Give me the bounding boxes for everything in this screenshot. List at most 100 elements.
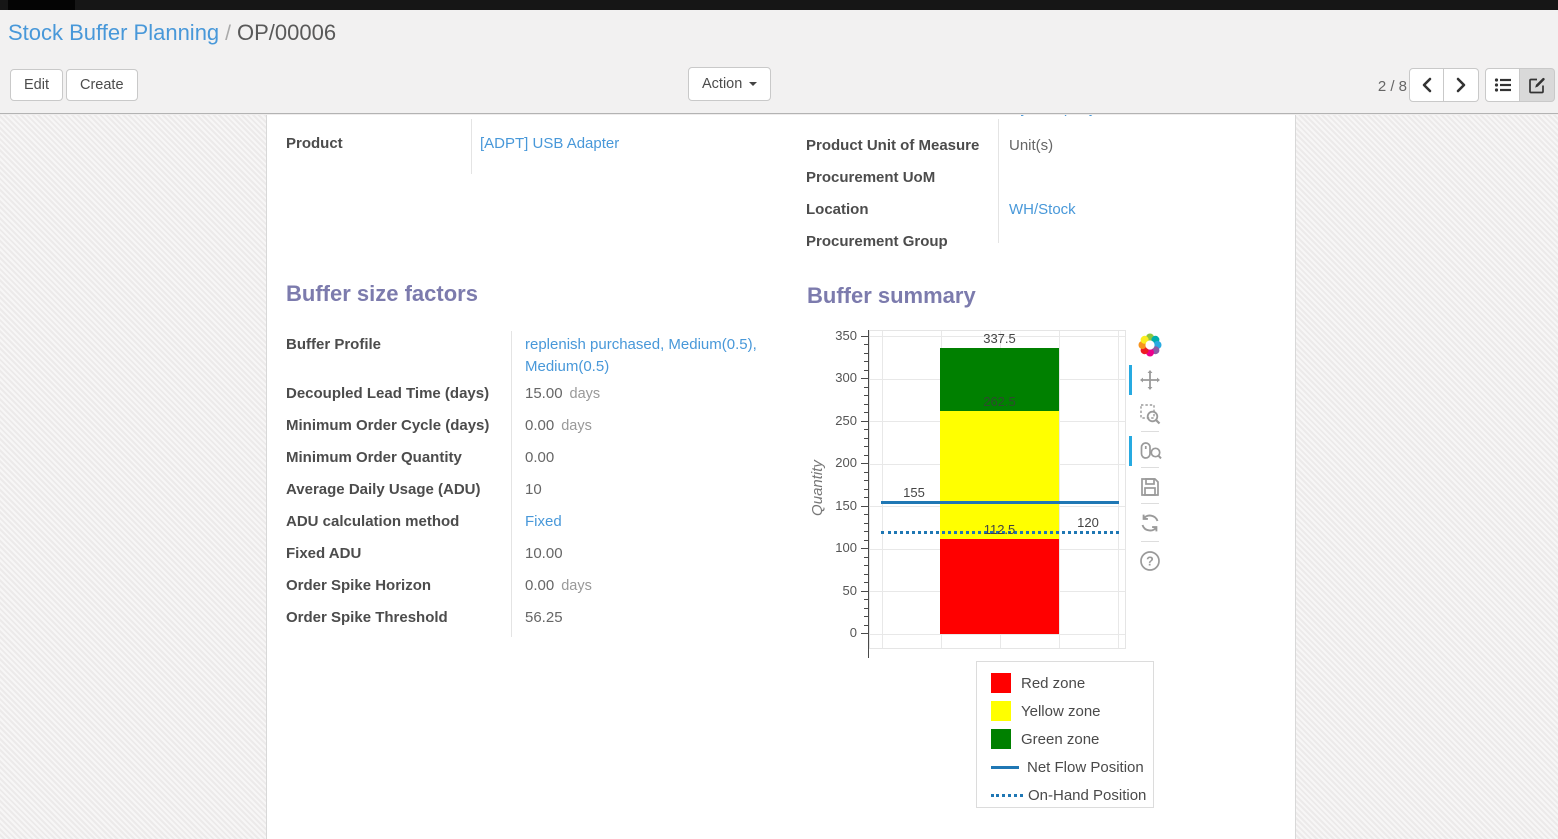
legend-label: Green zone bbox=[1021, 731, 1099, 748]
field-value-link[interactable]: Fixed bbox=[525, 513, 562, 530]
field-row-procurement-uom: Procurement UoM bbox=[806, 163, 1286, 195]
y-tick-label: 200 bbox=[813, 455, 857, 471]
wheel-zoom-tool-icon[interactable] bbox=[1136, 437, 1164, 465]
field-label: Fixed ADU bbox=[286, 543, 511, 565]
field-unit: days bbox=[561, 578, 592, 594]
field-row-decoupled-lead-time-days: Decoupled Lead Time (days)15.00days bbox=[286, 378, 772, 410]
breadcrumb: Stock Buffer Planning/OP/00006 bbox=[8, 20, 336, 46]
field-value-link[interactable]: replenish purchased, Medium(0.5), Medium… bbox=[525, 336, 757, 375]
field-row-adu-calculation-method: ADU calculation method Fixed bbox=[286, 506, 772, 538]
field-unit: days bbox=[570, 386, 601, 402]
field-row-product: Product[ADPT] USB Adapter bbox=[286, 129, 786, 161]
field-value: 0.00days bbox=[511, 415, 767, 437]
chevron-down-icon bbox=[749, 82, 757, 86]
field-value-link[interactable]: [ADPT] USB Adapter bbox=[480, 135, 619, 152]
y-minor-tick bbox=[864, 455, 869, 456]
y-tick-label: 0 bbox=[813, 625, 857, 641]
y-minor-tick bbox=[864, 404, 869, 405]
field-label: Order Spike Threshold bbox=[286, 607, 511, 629]
save-tool-icon[interactable] bbox=[1136, 473, 1164, 501]
field-label: Decoupled Lead Time (days) bbox=[286, 383, 511, 405]
field-value-text: 10 bbox=[525, 481, 542, 498]
field-value: WH/Stock bbox=[998, 199, 1278, 221]
box-zoom-tool-icon[interactable] bbox=[1136, 400, 1164, 428]
form-view-container: My Company Product[ADPT] USB Adapter Pro… bbox=[0, 115, 1558, 839]
legend-swatch-rect bbox=[991, 729, 1011, 749]
y-minor-tick bbox=[864, 370, 869, 371]
pager bbox=[1409, 68, 1479, 102]
field-value-text: 0.00 bbox=[525, 449, 554, 466]
field-label: Minimum Order Quantity bbox=[286, 447, 511, 469]
field-value-text: 10.00 bbox=[525, 545, 563, 562]
create-button[interactable]: Create bbox=[66, 69, 138, 101]
legend-label: Net Flow Position bbox=[1027, 759, 1144, 776]
form-sheet: My Company Product[ADPT] USB Adapter Pro… bbox=[266, 115, 1296, 839]
field-value-text: 0.00 bbox=[525, 417, 554, 434]
legend-item-on-hand-position: On-Hand Position bbox=[977, 781, 1153, 809]
field-label: Order Spike Horizon bbox=[286, 575, 511, 597]
toolbar-divider bbox=[1141, 467, 1159, 468]
pager-previous-button[interactable] bbox=[1409, 68, 1444, 102]
breadcrumb-separator: / bbox=[219, 22, 237, 45]
zone-label-112-5: 112.5 bbox=[970, 522, 1030, 538]
chart-legend: Red zoneYellow zone Green zone Net Flow Po… bbox=[976, 661, 1154, 808]
field-row-buffer-profile: Buffer Profile replenish purchased, Mediu… bbox=[286, 329, 772, 378]
breadcrumb-parent-link[interactable]: Stock Buffer Planning bbox=[8, 20, 219, 45]
y-tick-label: 50 bbox=[813, 583, 857, 599]
pan-tool-icon[interactable] bbox=[1136, 366, 1164, 394]
legend-swatch-line bbox=[991, 766, 1019, 769]
legend-item-net-flow-position: Net Flow Position bbox=[977, 753, 1153, 781]
field-value: 15.00days bbox=[511, 383, 767, 405]
y-tick-label: 150 bbox=[813, 498, 857, 514]
pager-next-button[interactable] bbox=[1444, 68, 1479, 102]
field-row-order-spike-threshold: Order Spike Threshold 56.25 bbox=[286, 602, 772, 634]
y-major-tick bbox=[861, 463, 869, 464]
edit-button[interactable]: Edit bbox=[10, 69, 63, 101]
reset-tool-icon[interactable] bbox=[1136, 509, 1164, 537]
y-tick-label: 350 bbox=[813, 328, 857, 344]
field-group-buffer-size-factors: Buffer Profile replenish purchased, Mediu… bbox=[286, 329, 772, 634]
legend-swatch-rect bbox=[991, 673, 1011, 693]
form-view-button[interactable] bbox=[1520, 68, 1555, 102]
legend-item-yellow-zone: Yellow zone bbox=[977, 697, 1153, 725]
field-value-text: Unit(s) bbox=[1009, 137, 1053, 154]
y-minor-tick bbox=[864, 353, 869, 354]
list-view-button[interactable] bbox=[1485, 68, 1520, 102]
field-row-order-spike-horizon: Order Spike Horizon 0.00 days bbox=[286, 570, 772, 602]
y-minor-tick bbox=[864, 480, 869, 481]
list-icon bbox=[1493, 75, 1513, 95]
action-label: Action bbox=[702, 76, 742, 92]
y-minor-tick bbox=[864, 412, 869, 413]
bokeh-logo-icon[interactable] bbox=[1136, 331, 1164, 359]
field-value-link[interactable]: WH/Stock bbox=[1009, 201, 1076, 218]
field-row-location: LocationWH/Stock bbox=[806, 195, 1286, 227]
action-dropdown-button[interactable]: Action bbox=[688, 67, 771, 101]
field-label: ADU calculation method bbox=[286, 511, 511, 533]
help-tool-icon[interactable]: ? bbox=[1136, 547, 1164, 575]
field-label: Average Daily Usage (ADU) bbox=[286, 479, 511, 501]
y-major-tick bbox=[861, 378, 869, 379]
field-row-average-daily-usage-adu: Average Daily Usage (ADU) 10 bbox=[286, 474, 772, 506]
field-value: 0.00 bbox=[511, 447, 767, 469]
y-minor-tick bbox=[864, 574, 869, 575]
legend-item-red-zone: Red zone bbox=[977, 669, 1153, 697]
y-tick-label: 250 bbox=[813, 413, 857, 429]
view-switcher bbox=[1485, 68, 1555, 102]
company-value-clipped: My Company bbox=[1008, 115, 1096, 119]
y-minor-tick bbox=[864, 582, 869, 583]
zone-label-337-5: 337.5 bbox=[970, 331, 1030, 347]
field-value-text: 56.25 bbox=[525, 609, 563, 626]
zone-red-zone bbox=[940, 539, 1059, 634]
section-title-buffer-size-factors: Buffer size factors bbox=[286, 281, 478, 307]
toolbar-divider bbox=[1141, 503, 1159, 504]
toolbar-divider bbox=[1141, 541, 1159, 542]
field-value: Unit(s) bbox=[998, 135, 1278, 157]
field-value: 10.00 bbox=[511, 543, 767, 565]
field-value-text: 0.00 bbox=[525, 577, 554, 594]
chevron-left-icon bbox=[1420, 77, 1434, 93]
y-minor-tick bbox=[864, 446, 869, 447]
buffer-summary-chart[interactable]: 155120337.5262.5112.5 bbox=[869, 330, 1126, 649]
field-label: Buffer Profile bbox=[286, 334, 511, 356]
legend-swatch-line bbox=[991, 794, 1023, 797]
field-label: Minimum Order Cycle (days) bbox=[286, 415, 511, 437]
